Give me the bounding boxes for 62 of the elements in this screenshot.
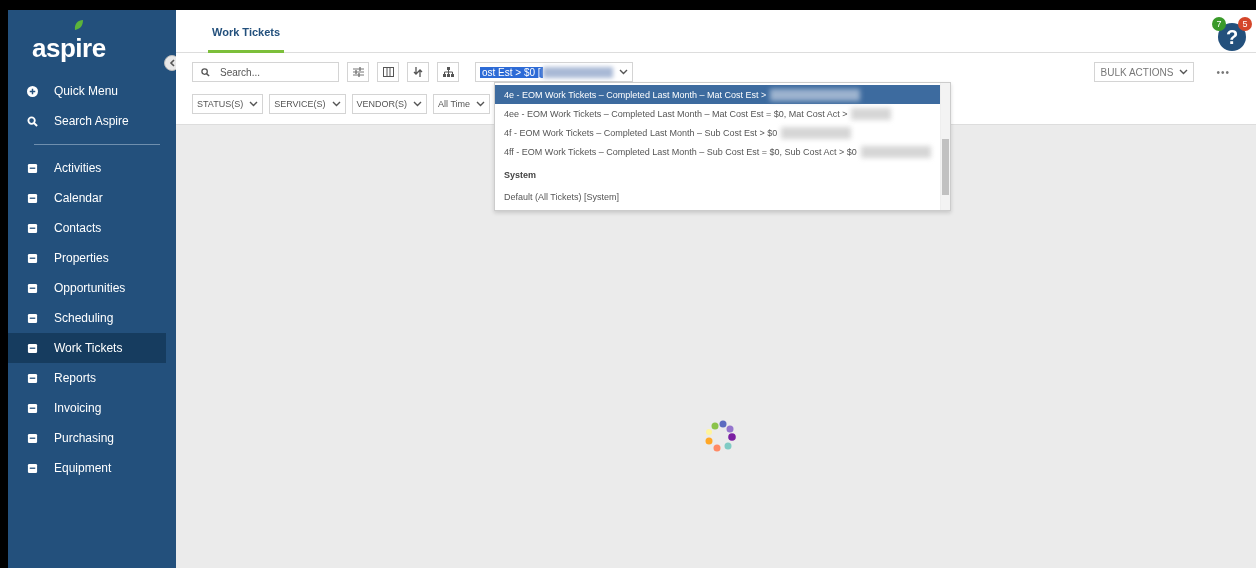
- view-select[interactable]: ost Est > $0 [: [475, 62, 633, 82]
- filter-dropdown[interactable]: All Time: [433, 94, 491, 114]
- sliders-icon: [352, 67, 364, 77]
- sidebar-item[interactable]: Search Aspire: [8, 106, 166, 136]
- tile-icon: [27, 462, 38, 474]
- tile-icon: [27, 372, 38, 384]
- more-button[interactable]: •••: [1202, 66, 1240, 78]
- chevron-down-icon: [476, 101, 486, 107]
- sidebar-item[interactable]: Equipment: [8, 453, 166, 483]
- count-badge: 5: [1238, 17, 1252, 31]
- tile-icon: [27, 312, 38, 324]
- columns-button[interactable]: [377, 62, 399, 82]
- dropdown-option[interactable]: 4ff - EOM Work Tickets – Completed Last Month – Sub Cost Est = $0, Sub Cost Act > $0: [495, 142, 940, 161]
- sort-button[interactable]: [407, 62, 429, 82]
- filter-dropdown[interactable]: STATUS(S): [192, 94, 264, 114]
- tile-icon: [27, 342, 38, 354]
- sidebar-item[interactable]: Reports: [8, 363, 166, 393]
- sidebar-item[interactable]: Work Tickets: [8, 333, 166, 363]
- sidebar-item[interactable]: Calendar: [8, 183, 166, 213]
- sidebar-item[interactable]: Invoicing: [8, 393, 166, 423]
- chevron-down-icon: [413, 101, 423, 107]
- filter-dropdown[interactable]: VENDOR(S): [351, 94, 428, 114]
- columns-icon: [382, 67, 394, 77]
- blurred-text: [542, 66, 613, 78]
- leaf-icon: [74, 20, 83, 30]
- search-icon: [201, 67, 210, 77]
- bulk-actions-button[interactable]: BULK ACTIONS: [1094, 62, 1195, 82]
- tile-icon: [27, 162, 38, 174]
- filter-dropdown[interactable]: SERVICE(S): [269, 94, 346, 114]
- search-field[interactable]: Search...: [192, 62, 339, 82]
- sidebar-item[interactable]: Scheduling: [8, 303, 166, 333]
- plus-circle-icon: [27, 85, 38, 97]
- chevron-down-icon: [249, 101, 259, 107]
- sidebar-item[interactable]: Contacts: [8, 213, 166, 243]
- tile-icon: [27, 432, 38, 444]
- dropdown-option[interactable]: Default (All Tickets) [System]: [495, 187, 940, 206]
- dropdown-option[interactable]: 4e - EOM Work Tickets – Completed Last Month – Mat Cost Est >: [495, 85, 940, 104]
- sidebar-item[interactable]: Properties: [8, 243, 166, 273]
- dropdown-option[interactable]: 4f - EOM Work Tickets – Completed Last Month – Sub Cost Est > $0: [495, 123, 940, 142]
- tile-icon: [27, 402, 38, 414]
- count-badge: 7: [1212, 17, 1226, 31]
- filter-settings-button[interactable]: [347, 62, 369, 82]
- chevron-down-icon: [1179, 69, 1189, 75]
- tile-icon: [27, 252, 38, 264]
- sort-arrows-icon: [413, 67, 423, 77]
- chevron-down-icon: [619, 69, 628, 75]
- chevron-down-icon: [331, 101, 341, 107]
- logo: aspire: [32, 33, 106, 64]
- tile-icon: [27, 222, 38, 234]
- hierarchy-button[interactable]: [437, 62, 459, 82]
- dropdown-option[interactable]: 4ee - EOM Work Tickets – Completed Last Month – Mat Cost Est = $0, Mat Cost Act >: [495, 104, 940, 123]
- tile-icon: [27, 192, 38, 204]
- chevron-left-icon: [169, 59, 175, 67]
- scrollbar[interactable]: [939, 83, 950, 210]
- hierarchy-icon: [442, 67, 454, 77]
- sidebar-item[interactable]: Purchasing: [8, 423, 166, 453]
- sidebar-item[interactable]: Activities: [8, 153, 166, 183]
- search-icon: [27, 115, 38, 127]
- tile-icon: [27, 282, 38, 294]
- group-header: System: [503, 169, 538, 182]
- sidebar-item[interactable]: Quick Menu: [8, 76, 166, 106]
- sidebar-item[interactable]: Opportunities: [8, 273, 166, 303]
